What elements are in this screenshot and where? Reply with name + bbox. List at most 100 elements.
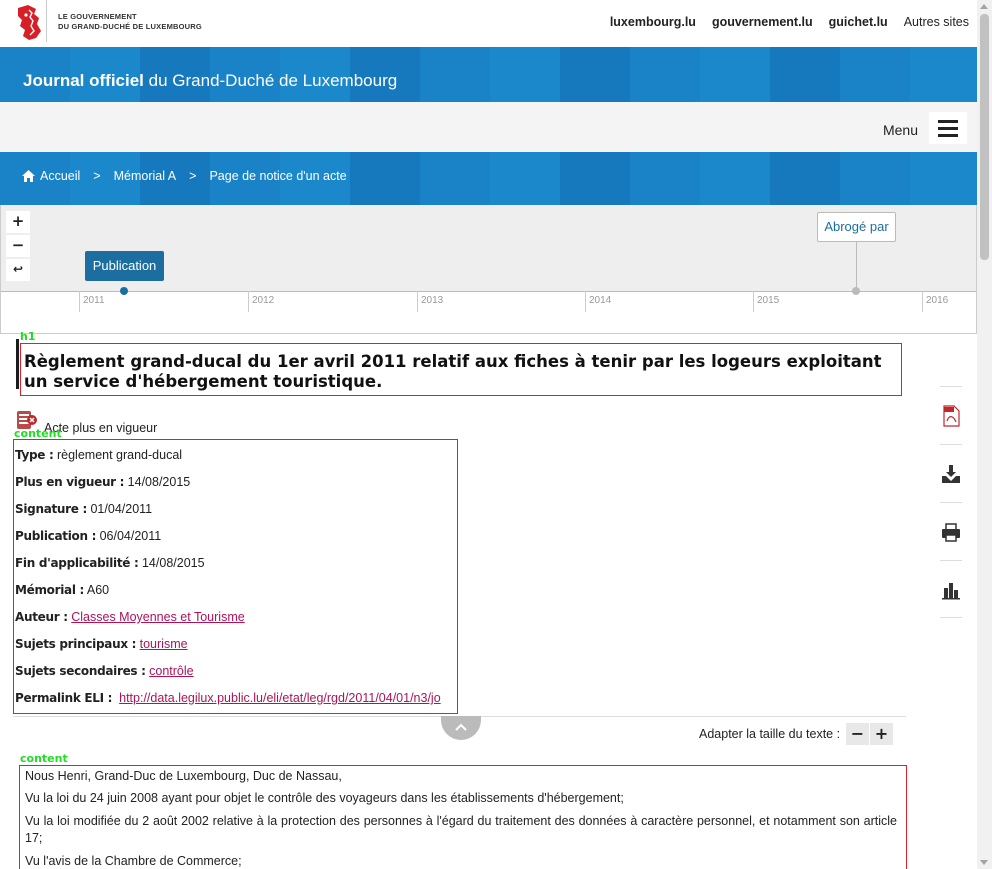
tool-separator xyxy=(940,617,962,618)
tool-separator xyxy=(940,386,962,387)
luxembourg-lion-logo[interactable] xyxy=(12,4,48,42)
meta-label: Sujets principaux : xyxy=(15,637,137,651)
timeline-event-connector xyxy=(856,242,857,290)
meta-permalink: Permalink ELI : http://data.legilux.publ… xyxy=(15,691,441,705)
scroll-up-arrow-icon[interactable] xyxy=(980,4,988,9)
gov-line-2: DU GRAND-DUCHÉ DE LUXEMBOURG xyxy=(58,22,202,31)
year-label: 2015 xyxy=(757,295,780,306)
body-paragraph: Nous Henri, Grand-Duc de Luxembourg, Duc… xyxy=(25,769,342,783)
meta-link-auteur[interactable]: Classes Moyennes et Tourisme xyxy=(71,610,244,624)
year-label: 2014 xyxy=(589,295,612,306)
top-bar: LE GOUVERNEMENT DU GRAND-DUCHÉ DE LUXEMB… xyxy=(0,0,977,47)
meta-value: A60 xyxy=(86,583,110,597)
year-tick xyxy=(79,291,80,312)
logo-divider xyxy=(46,0,47,42)
text-size-increase-button[interactable]: + xyxy=(870,723,893,745)
meta-link-permalink[interactable]: http://data.legilux.public.lu/eli/etat/l… xyxy=(119,691,441,705)
meta-label: Mémorial : xyxy=(15,583,85,597)
scrollbar-thumb[interactable] xyxy=(980,14,989,260)
meta-link-sujets-secondaires[interactable]: contrôle xyxy=(149,664,193,678)
meta-label: Fin d'applicabilité : xyxy=(15,556,139,570)
tool-separator xyxy=(940,560,962,561)
year-tick xyxy=(417,291,418,312)
timeline-axis xyxy=(1,291,976,333)
site-banner: Journal officiel du Grand-Duché de Luxem… xyxy=(0,47,977,102)
year-label: 2013 xyxy=(421,295,444,306)
meta-label: Sujets secondaires : xyxy=(15,664,146,678)
link-gouvernement-lu[interactable]: gouvernement.lu xyxy=(712,15,813,29)
breadcrumb: Accueil > Mémorial A > Page de notice d'… xyxy=(22,169,347,183)
year-label: 2016 xyxy=(926,295,949,306)
annotation-label-h1: h1 xyxy=(20,330,36,343)
meta-signature: Signature : 01/04/2011 xyxy=(15,502,152,516)
meta-publication: Publication : 06/04/2011 xyxy=(15,529,161,543)
year-tick xyxy=(753,291,754,312)
pdf-icon[interactable] xyxy=(941,405,961,427)
meta-link-sujets-principaux[interactable]: tourisme xyxy=(140,637,188,651)
timeline-event-abroge-dot[interactable] xyxy=(852,287,860,295)
timeline-event-publication-dot[interactable] xyxy=(120,287,128,295)
meta-value: 14/08/2015 xyxy=(127,475,191,489)
year-tick xyxy=(922,291,923,312)
link-autres-sites[interactable]: Autres sites xyxy=(904,15,969,29)
year-label: 2011 xyxy=(83,295,105,306)
year-label: 2012 xyxy=(252,295,275,306)
meta-type: Type : règlement grand-ducal xyxy=(15,448,182,462)
breadcrumb-current: Page de notice d'un acte xyxy=(209,169,347,183)
breadcrumb-bar: Accueil > Mémorial A > Page de notice d'… xyxy=(0,152,977,205)
text-size-label: Adapter la taille du texte : xyxy=(699,727,841,741)
page-title: Règlement grand-ducal du 1er avril 2011 … xyxy=(24,352,882,391)
gov-line-1: LE GOUVERNEMENT xyxy=(58,12,137,21)
site-title-rest: du Grand-Duché de Luxembourg xyxy=(143,71,398,90)
tool-separator xyxy=(940,444,962,445)
breadcrumb-separator: > xyxy=(93,169,101,183)
meta-label: Permalink ELI : xyxy=(15,691,113,705)
meta-value: 06/04/2011 xyxy=(99,529,162,543)
title-accent-bar xyxy=(16,339,19,389)
reset-view-button[interactable]: ↩ xyxy=(6,259,30,281)
meta-value: 01/04/2011 xyxy=(90,502,153,516)
text-size-decrease-button[interactable]: − xyxy=(846,723,869,745)
collapse-toggle[interactable] xyxy=(441,716,481,740)
meta-label: Publication : xyxy=(15,529,97,543)
chevron-up-icon xyxy=(455,723,467,731)
annotation-label-content: content xyxy=(20,752,68,765)
breadcrumb-accueil[interactable]: Accueil xyxy=(40,169,80,183)
print-icon[interactable] xyxy=(941,521,961,543)
tool-separator xyxy=(940,502,962,503)
meta-label: Type : xyxy=(15,448,54,462)
page-scrollbar[interactable] xyxy=(977,0,992,869)
meta-sujets-secondaires: Sujets secondaires : contrôle xyxy=(15,664,194,678)
home-icon[interactable] xyxy=(22,170,35,182)
timeline-event-abroge-par[interactable]: Abrogé par xyxy=(817,212,896,242)
meta-plus-en-vigueur: Plus en vigueur : 14/08/2015 xyxy=(15,475,190,489)
breadcrumb-memorial-a[interactable]: Mémorial A xyxy=(114,169,177,183)
scroll-down-arrow-icon[interactable] xyxy=(980,860,988,865)
body-paragraph: Vu l'avis de la Chambre de Commerce; xyxy=(25,854,242,868)
meta-sujets-principaux: Sujets principaux : tourisme xyxy=(15,637,188,651)
zoom-in-button[interactable]: + xyxy=(6,211,30,233)
meta-value: règlement grand-ducal xyxy=(56,448,183,462)
year-tick xyxy=(585,291,586,312)
link-guichet-lu[interactable]: guichet.lu xyxy=(829,15,888,29)
hamburger-icon[interactable] xyxy=(929,112,967,144)
breadcrumb-separator: > xyxy=(189,169,197,183)
zoom-out-button[interactable]: − xyxy=(6,235,30,257)
timeline[interactable]: + − ↩ 2011 2012 2013 2014 2015 2016 Publ… xyxy=(0,205,977,334)
meta-value: 14/08/2015 xyxy=(141,556,205,570)
menu-label[interactable]: Menu xyxy=(883,122,918,138)
meta-label: Signature : xyxy=(15,502,87,516)
site-title[interactable]: Journal officiel du Grand-Duché de Luxem… xyxy=(23,71,397,91)
external-links: luxembourg.lu gouvernement.lu guichet.lu… xyxy=(610,15,969,29)
timeline-event-publication[interactable]: Publication xyxy=(85,251,164,281)
year-tick xyxy=(248,291,249,312)
stats-icon[interactable] xyxy=(941,579,961,601)
site-title-bold: Journal officiel xyxy=(23,71,144,90)
menu-bar: Menu xyxy=(0,102,977,152)
meta-fin-applicabilite: Fin d'applicabilité : 14/08/2015 xyxy=(15,556,205,570)
body-paragraph: Vu la loi modifiée du 2 août 2002 relati… xyxy=(25,814,897,845)
meta-memorial: Mémorial : A60 xyxy=(15,583,109,597)
link-luxembourg-lu[interactable]: luxembourg.lu xyxy=(610,15,696,29)
download-icon[interactable] xyxy=(941,463,961,485)
meta-auteur: Auteur : Classes Moyennes et Tourisme xyxy=(15,610,245,624)
